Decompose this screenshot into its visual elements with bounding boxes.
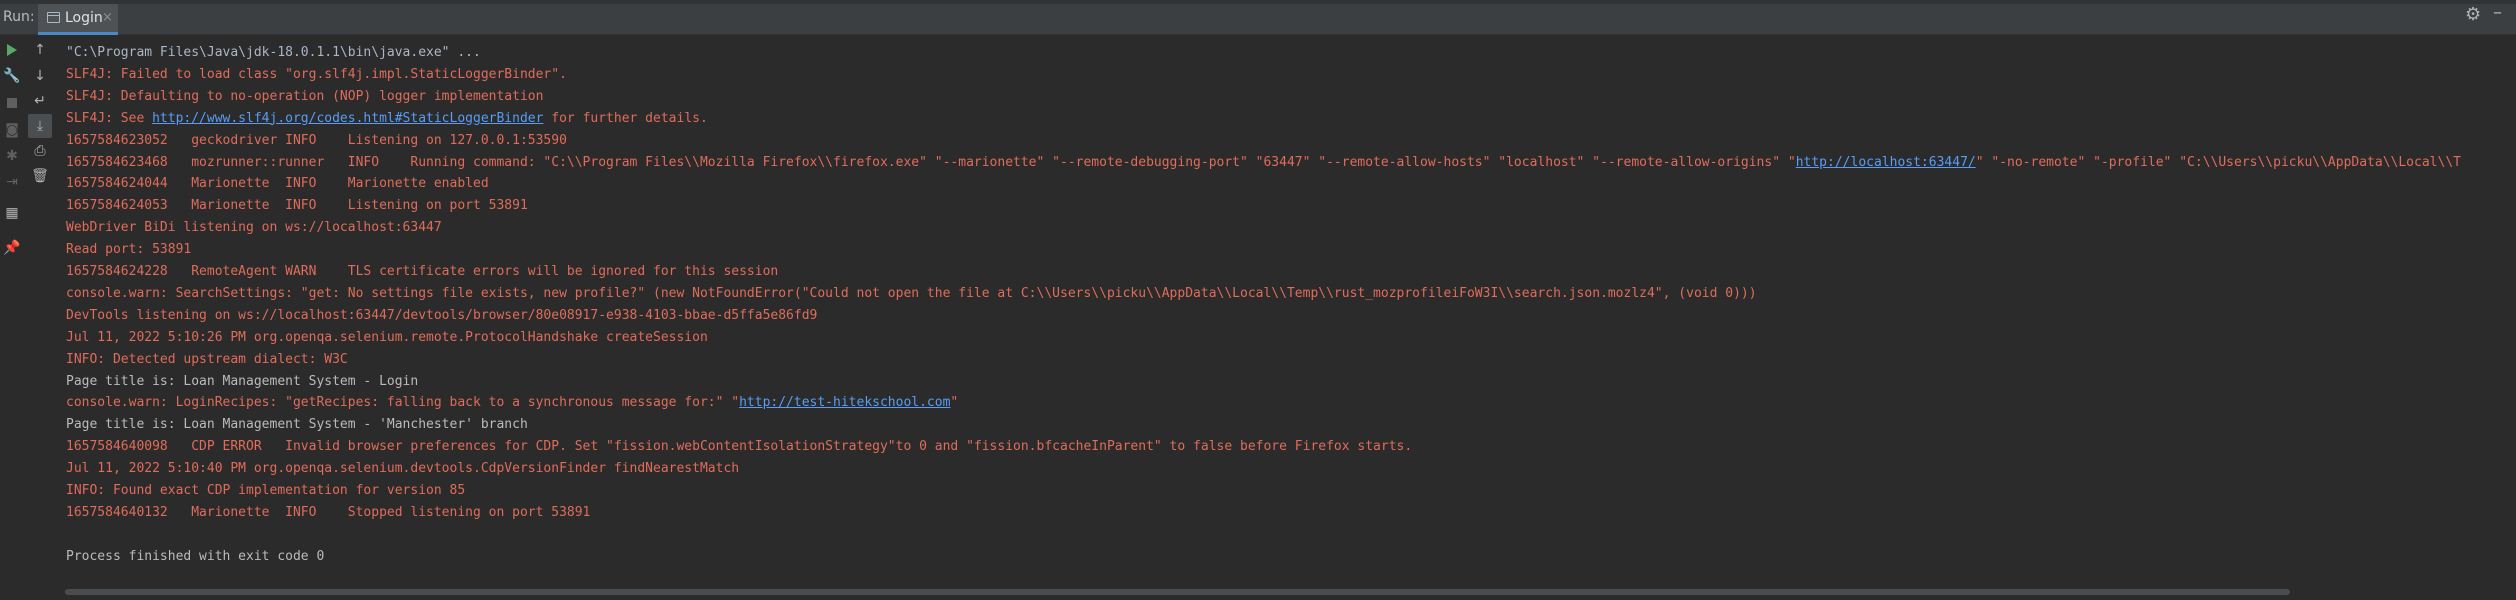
camera-icon[interactable]: ◙ [0,118,24,142]
console-line-text: 1657584623468 mozrunner::runner INFO Run… [66,154,1796,170]
console-line-text: INFO: Found exact CDP implementation for… [66,483,466,498]
console-line: Jul 11, 2022 5:10:40 PM org.openqa.selen… [66,461,739,477]
console-line-text: Read port: 53891 [66,242,192,258]
tab-label: Login [65,10,103,26]
console-line-text-after: for further details. [543,110,708,126]
console-line-text: SLF4J: Defaulting to no-operation (NOP) … [66,88,544,104]
stop-icon[interactable] [0,91,24,115]
console-line-text: SLF4J: See [66,110,153,126]
trash-icon[interactable]: 🗑 [28,164,52,188]
rerun-icon[interactable] [0,38,24,62]
console-line: 1657584640132 Marionette INFO Stopped li… [66,505,590,521]
scroll-to-end-icon[interactable]: ⤓ [28,114,52,138]
pin-icon[interactable]: 📌 [0,236,24,260]
tab-login[interactable]: Login × [38,4,118,35]
console-line-text: 1657584640132 Marionette INFO Stopped li… [66,504,591,520]
console-line: SLF4J: Defaulting to no-operation (NOP) … [66,89,543,105]
console-line-text: Process finished with exit code 0 [66,548,325,564]
top-strip [0,0,2516,4]
console-line-text: 1657584623052 geckodriver INFO Listening… [66,132,567,148]
console-line-text-after: " "-no-remote" "-profile" "C:\\Users\\pi… [1975,154,2461,170]
console-line: Process finished with exit code 0 [66,549,324,565]
console-line: 1657584640098 CDP ERROR Invalid browser … [66,439,1412,455]
console-line-text: 1657584624053 Marionette INFO Listening … [66,198,528,214]
minimize-icon[interactable]: – [2493,4,2502,22]
console-line-text: INFO: Detected upstream dialect: W3C [66,351,348,367]
run-tab-bar: Run: Login × ⚙ – [0,0,2516,35]
run-label: Run: [3,9,35,25]
console-line: Jul 11, 2022 5:10:26 PM org.openqa.selen… [66,330,708,346]
horizontal-scrollbar[interactable] [55,588,2516,596]
console-line: 1657584624053 Marionette INFO Listening … [66,198,528,214]
console-line-text: Page title is: Loan Management System - … [66,373,419,389]
console-line: Page title is: Loan Management System - … [66,417,528,433]
down-arrow-icon[interactable]: ↓ [28,64,52,88]
scrollbar-thumb[interactable] [65,589,2290,595]
console-line: 1657584623052 geckodriver INFO Listening… [66,133,567,149]
close-icon[interactable]: × [102,10,113,25]
wrench-icon[interactable]: 🔧 [0,64,24,88]
console-line: 1657584624044 Marionette INFO Marionette… [66,176,489,192]
window-icon [47,12,60,23]
console-line: INFO: Detected upstream dialect: W3C [66,352,348,368]
console-link[interactable]: http://test-hitekschool.com [739,395,950,410]
console-link[interactable]: http://localhost:63447/ [1796,155,1976,170]
console-line-text: console.warn: LoginRecipes: "getRecipes:… [66,395,740,411]
console-line-text: DevTools listening on ws://localhost:634… [66,307,818,323]
console-line: 1657584624228 RemoteAgent WARN TLS certi… [66,264,778,280]
layout-icon[interactable]: ▦ [0,201,24,225]
console-line-text-after: " [950,395,959,411]
console-line-text: Page title is: Loan Management System - … [66,417,528,433]
console-line-text: console.warn: SearchSettings: "get: No s… [66,285,1757,301]
gear-icon[interactable]: ⚙ [2465,6,2481,24]
bug-icon[interactable]: ✱ [0,144,24,168]
console-line-text: 1657584624044 Marionette INFO Marionette… [66,176,489,192]
console-line: Read port: 53891 [66,242,191,258]
console-line: WebDriver BiDi listening on ws://localho… [66,220,442,236]
console-line: SLF4J: Failed to load class "org.slf4j.i… [66,67,567,83]
console-line-text: 1657584640098 CDP ERROR Invalid browser … [66,439,1413,455]
console-line: INFO: Found exact CDP implementation for… [66,483,465,499]
console-line-text: Jul 11, 2022 5:10:40 PM org.openqa.selen… [66,461,740,477]
print-icon[interactable]: ⎙ [28,139,52,163]
console-line: SLF4J: See http://www.slf4j.org/codes.ht… [66,111,708,127]
console-line-text: SLF4J: Failed to load class "org.slf4j.i… [66,66,567,82]
exit-icon[interactable]: ⇥ [0,170,24,194]
console-output[interactable]: "C:\Program Files\Java\jdk-18.0.1.1\bin\… [55,35,2516,590]
console-link[interactable]: http://www.slf4j.org/codes.html#StaticLo… [152,111,543,126]
run-tool-window: Run: Login × ⚙ – 🔧 ◙ ✱ ⇥ ▦ 📌 ↑ ↓ ↵ ⤓ ⎙ 🗑… [0,0,2516,600]
console-line-text: 1657584624228 RemoteAgent WARN TLS certi… [66,264,779,279]
console-line-text: "C:\Program Files\Java\jdk-18.0.1.1\bin\… [66,45,481,60]
console-line-text: WebDriver BiDi listening on ws://localho… [66,220,442,236]
console-line: Page title is: Loan Management System - … [66,374,418,390]
console-line: console.warn: SearchSettings: "get: No s… [66,286,1757,302]
console-line: console.warn: LoginRecipes: "getRecipes:… [66,395,958,411]
console-line-text: Jul 11, 2022 5:10:26 PM org.openqa.selen… [66,329,708,345]
console-line: DevTools listening on ws://localhost:634… [66,308,817,324]
console-line: 1657584623468 mozrunner::runner INFO Run… [66,155,2461,171]
up-arrow-icon[interactable]: ↑ [28,38,52,62]
soft-wrap-icon[interactable]: ↵ [28,89,52,113]
console-line: "C:\Program Files\Java\jdk-18.0.1.1\bin\… [66,45,481,61]
